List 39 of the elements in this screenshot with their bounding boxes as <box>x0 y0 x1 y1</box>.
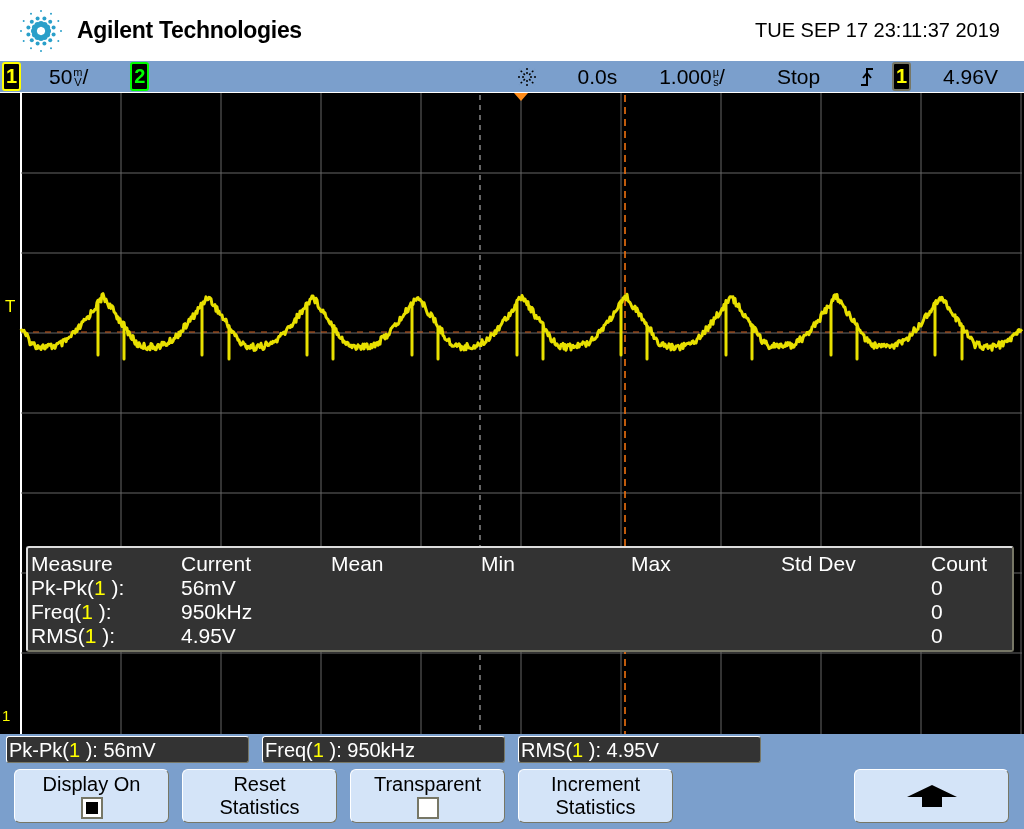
column-header: Max <box>631 552 672 576</box>
softkey-button[interactable]: Reset Statistics <box>182 769 337 823</box>
measurement-label: Pk-Pk(1 ): <box>31 576 126 600</box>
checkbox-softkey[interactable]: Transparent <box>350 769 505 823</box>
date-time: TUE SEP 17 23:11:37 2019 <box>755 19 1000 42</box>
run-state: Stop <box>776 64 821 89</box>
column-header: Mean <box>331 552 385 576</box>
channel-badge[interactable]: 2 <box>130 62 150 91</box>
measurement-label: Freq(1 ): <box>31 600 113 624</box>
column-header: Count <box>931 552 989 576</box>
measurement-label: RMS(1 ): <box>31 624 117 648</box>
measurement-readout: RMS(1 ): 4.95V <box>518 736 761 763</box>
rising-edge-icon <box>860 67 875 86</box>
measurement-readout: Freq(1 ): 950kHz <box>262 736 505 763</box>
ground-marker: 1 <box>2 707 11 724</box>
table-cell-text: 56mV <box>181 576 237 600</box>
column-header: Measure <box>31 552 114 576</box>
column-header: Std Dev <box>781 552 857 576</box>
checkbox-softkey[interactable]: Display On <box>14 769 169 823</box>
checkbox[interactable] <box>416 797 439 819</box>
up-arrow-button[interactable] <box>854 769 1009 823</box>
trigger-source-badge[interactable]: 1 <box>892 62 912 91</box>
brand-name: Agilent Technologies <box>77 17 302 44</box>
table-cell-text: 0 <box>931 624 944 648</box>
channel-badge[interactable]: 1 <box>2 62 21 91</box>
table-cell-text: 4.95V <box>181 624 237 648</box>
column-header: Min <box>481 552 516 576</box>
table-cell-text: 0 <box>931 600 944 624</box>
trigger-level: 4.96V <box>943 64 998 89</box>
softkey-button[interactable]: Increment Statistics <box>518 769 673 823</box>
measurement-readout: Pk-Pk(1 ): 56mV <box>6 736 249 763</box>
delay-value: 0.0s <box>577 64 618 89</box>
trigger-position-marker-icon <box>514 93 528 101</box>
column-header: Current <box>181 552 253 576</box>
table-cell-text: 0 <box>931 576 944 600</box>
table-cell-text: 950kHz <box>181 600 254 624</box>
trigger-level-marker: T <box>5 298 16 315</box>
up-arrow-icon <box>906 785 957 807</box>
checkbox[interactable] <box>80 797 103 819</box>
